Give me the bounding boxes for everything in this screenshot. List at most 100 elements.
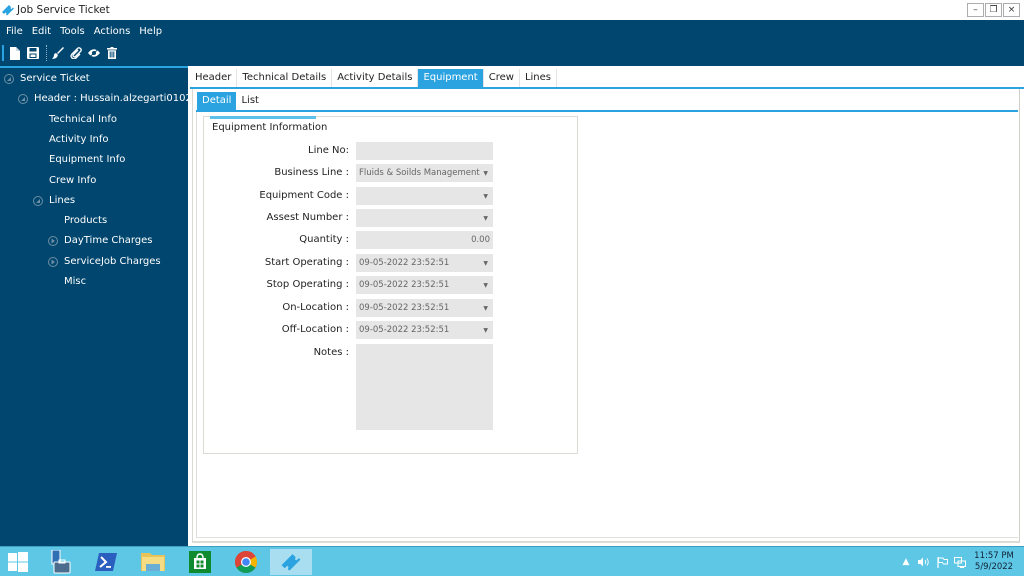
collapse-icon[interactable] — [18, 93, 28, 104]
notes-row: Notes : — [204, 344, 579, 430]
restore-button[interactable]: ❐ — [985, 3, 1002, 17]
minimize-button[interactable]: – — [967, 3, 984, 17]
detail-panel: Equipment Information Line No: Business … — [196, 112, 1018, 538]
menu-actions[interactable]: Actions — [94, 26, 131, 37]
tab-technical-details[interactable]: Technical Details — [237, 69, 333, 87]
tree-item-service-ticket[interactable]: Service Ticket — [4, 73, 90, 84]
notes-textarea[interactable] — [356, 344, 493, 430]
field-value: 09-05-2022 23:52:51 — [359, 303, 450, 313]
brush-icon[interactable] — [52, 46, 64, 60]
new-document-icon[interactable] — [9, 46, 21, 60]
toolbar — [0, 42, 1024, 64]
field-value: 0.00 — [471, 235, 490, 245]
taskbar-store[interactable] — [182, 549, 218, 575]
main-panel: Header Technical Details Activity Detail… — [188, 66, 1024, 546]
line-no-input[interactable] — [356, 142, 493, 160]
clock-date: 5/9/2022 — [974, 562, 1014, 572]
expand-icon[interactable] — [48, 256, 58, 267]
dropdown-arrow-icon[interactable]: ▼ — [483, 215, 488, 222]
save-icon[interactable] — [27, 46, 39, 60]
tree-item-daytime-charges[interactable]: DayTime Charges — [48, 235, 153, 246]
collapse-icon[interactable] — [33, 195, 43, 206]
powershell-icon — [95, 553, 117, 571]
tree-item-label: Misc — [64, 276, 87, 287]
ticket-app-icon — [2, 5, 14, 16]
subtab-detail[interactable]: Detail — [197, 92, 237, 110]
tree-item-header[interactable]: Header : Hussain.alzegarti01022... — [18, 93, 208, 104]
store-icon — [189, 551, 211, 573]
tab-lines[interactable]: Lines — [519, 69, 558, 87]
equipment-code-dropdown[interactable]: ▼ — [356, 187, 493, 205]
tree-item-lines[interactable]: Lines — [33, 195, 75, 206]
ticket-app-icon — [281, 554, 301, 571]
tree-item-crew-info[interactable]: Crew Info — [49, 175, 96, 186]
menu-edit[interactable]: Edit — [32, 26, 51, 37]
quantity-input[interactable]: 0.00 — [356, 231, 493, 249]
paperclip-icon[interactable] — [70, 46, 82, 60]
equipment-information-group: Equipment Information Line No: Business … — [203, 116, 578, 454]
dropdown-arrow-icon[interactable]: ▼ — [483, 170, 488, 177]
show-hidden-icons-icon[interactable]: ▲ — [900, 556, 912, 568]
line-no-label: Line No: — [308, 145, 349, 156]
windows-logo-icon — [8, 552, 28, 572]
close-button[interactable]: × — [1003, 3, 1020, 17]
windows-taskbar: ▲ 11:57 PM 5/9/2022 — [0, 546, 1024, 576]
business-line-dropdown[interactable]: Fluids & Soilds Management ▼ — [356, 164, 493, 182]
on-location-datetime[interactable]: 09-05-2022 23:52:51 ▼ — [356, 299, 493, 317]
tab-equipment[interactable]: Equipment — [418, 69, 484, 87]
business-line-label: Business Line : — [274, 167, 349, 178]
taskbar-clock[interactable]: 11:57 PM 5/9/2022 — [972, 551, 1016, 573]
on-location-row: On-Location : 09-05-2022 23:52:51 ▼ — [204, 299, 579, 317]
dropdown-arrow-icon[interactable]: ▼ — [483, 327, 488, 334]
menu-help[interactable]: Help — [139, 26, 162, 37]
off-location-label: Off-Location : — [281, 324, 349, 335]
navigation-tree: Service Ticket Header : Hussain.alzegart… — [0, 66, 208, 546]
start-operating-datetime[interactable]: 09-05-2022 23:52:51 ▼ — [356, 254, 493, 272]
tab-activity-details[interactable]: Activity Details — [332, 69, 419, 87]
taskbar-powershell[interactable] — [88, 549, 124, 575]
tree-item-products[interactable]: Products — [64, 215, 107, 226]
taskbar-server-manager[interactable] — [42, 549, 78, 575]
collapse-icon[interactable] — [4, 73, 14, 84]
expand-icon[interactable] — [48, 235, 58, 246]
toolbar-separator — [46, 45, 47, 61]
field-value: Fluids & Soilds Management — [359, 168, 480, 178]
volume-icon[interactable] — [918, 556, 930, 568]
network-icon[interactable] — [954, 556, 966, 568]
dropdown-arrow-icon[interactable]: ▼ — [483, 282, 488, 289]
tab-crew[interactable]: Crew — [483, 69, 520, 87]
menu-file[interactable]: File — [6, 26, 23, 37]
tree-item-equipment-info[interactable]: Equipment Info — [49, 154, 125, 165]
tree-item-label: Equipment Info — [49, 154, 126, 165]
tree-item-label: DayTime Charges — [64, 235, 153, 246]
tree-item-label: Header : Hussain.alzegarti01022... — [34, 93, 208, 104]
dropdown-arrow-icon[interactable]: ▼ — [483, 305, 488, 312]
subtab-list[interactable]: List — [236, 92, 264, 110]
equipment-code-label: Equipment Code : — [259, 190, 349, 201]
start-operating-row: Start Operating : 09-05-2022 23:52:51 ▼ — [204, 254, 579, 272]
taskbar-job-service-ticket[interactable] — [270, 549, 312, 575]
stop-operating-datetime[interactable]: 09-05-2022 23:52:51 ▼ — [356, 276, 493, 294]
eye-icon[interactable] — [88, 46, 100, 60]
tab-header[interactable]: Header — [190, 69, 238, 87]
tree-item-label: Lines — [49, 195, 76, 206]
quantity-label: Quantity : — [299, 234, 349, 245]
taskbar-file-explorer[interactable] — [135, 549, 171, 575]
toolbar-grip — [2, 45, 4, 61]
trash-icon[interactable] — [106, 46, 118, 60]
tree-item-label: Products — [64, 215, 108, 226]
taskbar-chrome[interactable] — [228, 549, 264, 575]
assest-number-dropdown[interactable]: ▼ — [356, 209, 493, 227]
tree-item-servicejob-charges[interactable]: ServiceJob Charges — [48, 256, 161, 267]
off-location-datetime[interactable]: 09-05-2022 23:52:51 ▼ — [356, 321, 493, 339]
action-center-flag-icon[interactable] — [936, 556, 948, 568]
tree-item-misc[interactable]: Misc — [64, 276, 86, 287]
dropdown-arrow-icon[interactable]: ▼ — [483, 193, 488, 200]
tree-item-activity-info[interactable]: Activity Info — [49, 134, 109, 145]
tree-item-technical-info[interactable]: Technical Info — [49, 114, 117, 125]
start-button[interactable] — [0, 549, 36, 575]
dropdown-arrow-icon[interactable]: ▼ — [483, 260, 488, 267]
quantity-row: Quantity : 0.00 — [204, 231, 579, 249]
menu-tools[interactable]: Tools — [60, 26, 85, 37]
tree-item-label: Crew Info — [49, 175, 97, 186]
